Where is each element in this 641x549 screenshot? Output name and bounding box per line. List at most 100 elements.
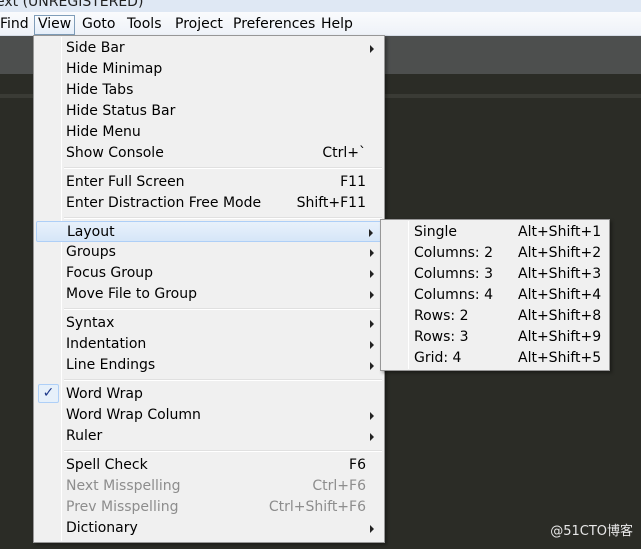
layout-submenu: Single Alt+Shift+1 Columns: 2 Alt+Shift+… [380, 219, 610, 371]
menu-item-side-bar[interactable]: Side Bar [36, 38, 382, 59]
menu-item-label: Show Console [66, 145, 164, 161]
submenu-arrow-icon [370, 270, 374, 278]
menu-item-hide-status-bar[interactable]: Hide Status Bar [36, 101, 382, 122]
menu-item-shortcut: Alt+Shift+9 [518, 329, 602, 345]
menu-separator [64, 167, 382, 169]
menu-item-move-file-to-group[interactable]: Move File to Group [36, 284, 382, 305]
menu-item-label: Syntax [66, 315, 115, 331]
menu-item-dictionary[interactable]: Dictionary [36, 518, 382, 539]
menu-item-shortcut: Ctrl+F6 [312, 478, 366, 494]
menu-item-label: Columns: 3 [414, 266, 493, 282]
menu-item-label: Spell Check [66, 457, 148, 473]
menu-item-hide-minimap[interactable]: Hide Minimap [36, 59, 382, 80]
menu-item-label: Grid: 4 [414, 350, 462, 366]
menu-item-label: Rows: 3 [414, 329, 469, 345]
menu-item-label: Hide Status Bar [66, 103, 176, 119]
menu-tools[interactable]: Tools [123, 15, 166, 35]
menu-item-shortcut: Alt+Shift+3 [518, 266, 602, 282]
watermark: @51CTO博客 [550, 524, 633, 539]
menu-item-label: Rows: 2 [414, 308, 469, 324]
menu-separator [64, 450, 382, 452]
layout-rows-3[interactable]: Rows: 3 Alt+Shift+9 [383, 327, 607, 348]
menu-item-layout[interactable]: Layout [36, 221, 382, 242]
menu-item-shortcut: F6 [349, 457, 366, 473]
menu-goto[interactable]: Goto [78, 15, 119, 35]
menu-item-prev-misspelling: Prev Misspelling Ctrl+Shift+F6 [36, 497, 382, 518]
menu-project[interactable]: Project [171, 15, 227, 35]
window-title: ext (UNREGISTERED) [0, 0, 144, 10]
menu-item-line-endings[interactable]: Line Endings [36, 355, 382, 376]
menu-preferences[interactable]: Preferences [229, 15, 319, 35]
menu-item-label: Groups [66, 244, 116, 260]
submenu-arrow-icon [370, 45, 374, 53]
menu-item-label: Dictionary [66, 520, 138, 536]
checkmark-icon: ✓ [38, 384, 59, 403]
submenu-arrow-icon [370, 362, 374, 370]
menu-item-shortcut: Alt+Shift+1 [518, 224, 602, 240]
submenu-arrow-icon [370, 320, 374, 328]
menu-item-shortcut: Alt+Shift+8 [518, 308, 602, 324]
menu-item-label: Layout [67, 224, 115, 240]
menu-item-label: Move File to Group [66, 286, 197, 302]
menu-item-label: Ruler [66, 428, 103, 444]
menu-item-hide-menu[interactable]: Hide Menu [36, 122, 382, 143]
menu-item-next-misspelling: Next Misspelling Ctrl+F6 [36, 476, 382, 497]
menu-item-label: Focus Group [66, 265, 154, 281]
menu-item-label: Indentation [66, 336, 147, 352]
menu-item-label: Enter Distraction Free Mode [66, 195, 262, 211]
menu-item-distraction-free[interactable]: Enter Distraction Free Mode Shift+F11 [36, 193, 382, 214]
menu-item-label: Line Endings [66, 357, 156, 373]
menu-item-word-wrap-column[interactable]: Word Wrap Column [36, 405, 382, 426]
submenu-arrow-icon [369, 229, 373, 237]
layout-columns-3[interactable]: Columns: 3 Alt+Shift+3 [383, 264, 607, 285]
submenu-arrow-icon [370, 412, 374, 420]
menu-find[interactable]: Find [0, 15, 33, 35]
menu-item-label: Hide Menu [66, 124, 141, 140]
menu-item-shortcut: Alt+Shift+2 [518, 245, 602, 261]
menu-item-shortcut: Ctrl+` [322, 145, 366, 161]
menu-separator [64, 308, 382, 310]
menu-separator [64, 217, 382, 219]
submenu-arrow-icon [370, 291, 374, 299]
menu-item-indentation[interactable]: Indentation [36, 334, 382, 355]
menu-item-enter-full-screen[interactable]: Enter Full Screen F11 [36, 172, 382, 193]
menu-item-label: Prev Misspelling [66, 499, 179, 515]
menu-item-label: Next Misspelling [66, 478, 181, 494]
layout-columns-4[interactable]: Columns: 4 Alt+Shift+4 [383, 285, 607, 306]
layout-columns-2[interactable]: Columns: 2 Alt+Shift+2 [383, 243, 607, 264]
menu-item-shortcut: Ctrl+Shift+F6 [268, 499, 366, 515]
layout-single[interactable]: Single Alt+Shift+1 [383, 222, 607, 243]
menu-bar: Find View Goto Tools Project Preferences… [0, 12, 641, 36]
window-title-bar: ext (UNREGISTERED) [0, 0, 641, 12]
menu-item-show-console[interactable]: Show Console Ctrl+` [36, 143, 382, 164]
menu-item-label: Enter Full Screen [66, 174, 185, 190]
view-menu: Side Bar Hide Minimap Hide Tabs Hide Sta… [33, 35, 385, 543]
menu-item-ruler[interactable]: Ruler [36, 426, 382, 447]
menu-item-label: Columns: 2 [414, 245, 493, 261]
menu-item-hide-tabs[interactable]: Hide Tabs [36, 80, 382, 101]
menu-item-word-wrap[interactable]: ✓ Word Wrap [36, 384, 382, 405]
menu-item-label: Word Wrap [66, 386, 143, 402]
layout-rows-2[interactable]: Rows: 2 Alt+Shift+8 [383, 306, 607, 327]
menu-item-focus-group[interactable]: Focus Group [36, 263, 382, 284]
menu-item-label: Hide Minimap [66, 61, 163, 77]
submenu-arrow-icon [370, 341, 374, 349]
menu-item-shortcut: F11 [340, 174, 366, 190]
menu-item-shortcut: Shift+F11 [296, 195, 366, 211]
submenu-arrow-icon [370, 525, 374, 533]
layout-grid-4[interactable]: Grid: 4 Alt+Shift+5 [383, 348, 607, 369]
submenu-arrow-icon [370, 433, 374, 441]
menu-separator [64, 379, 382, 381]
menu-item-spell-check[interactable]: Spell Check F6 [36, 455, 382, 476]
menu-item-groups[interactable]: Groups [36, 242, 382, 263]
menu-item-label: Columns: 4 [414, 287, 493, 303]
menu-item-shortcut: Alt+Shift+4 [518, 287, 602, 303]
menu-item-syntax[interactable]: Syntax [36, 313, 382, 334]
menu-item-label: Single [414, 224, 458, 240]
menu-item-label: Hide Tabs [66, 82, 134, 98]
submenu-arrow-icon [370, 249, 374, 257]
menu-help[interactable]: Help [317, 15, 357, 35]
menu-view[interactable]: View [34, 15, 76, 35]
menu-item-label: Side Bar [66, 40, 125, 56]
menu-item-label: Word Wrap Column [66, 407, 201, 423]
